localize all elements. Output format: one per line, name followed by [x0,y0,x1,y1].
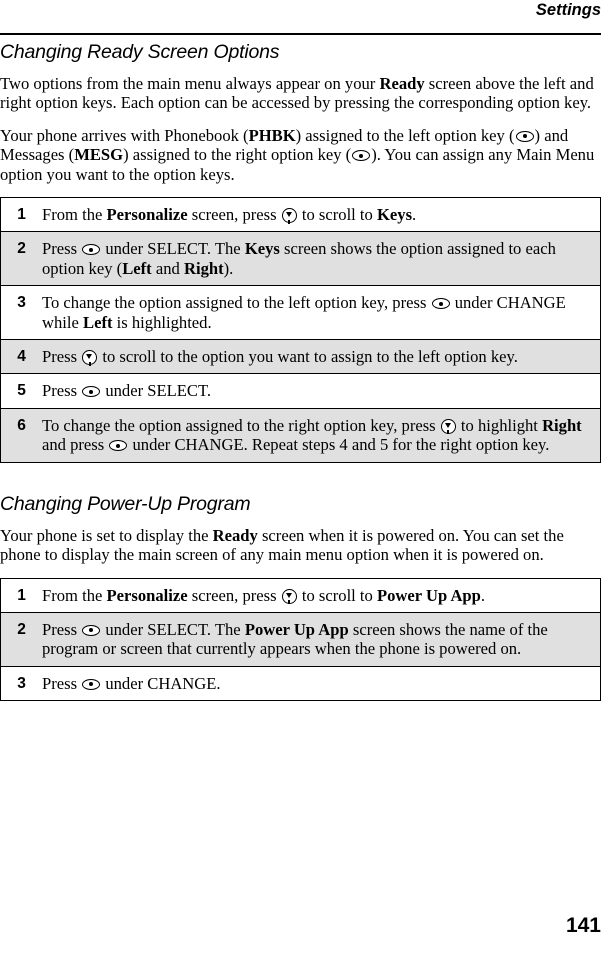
body-paragraph: Two options from the main menu always ap… [0,74,594,113]
emphasis-text: PHBK [248,125,296,145]
step-instruction: Press to scroll to the option you want t… [42,339,601,374]
step-number: 2 [0,231,42,286]
document-body: Changing Ready Screen Options Two options… [0,41,601,702]
header-rule [0,33,601,35]
emphasis-text: Ready [379,74,425,93]
step-number: 3 [0,665,42,701]
option-key-icon [515,130,534,142]
table-row: 1 From the Personalize screen, press to s… [0,197,601,232]
section-heading: Changing Ready Screen Options [0,41,280,63]
option-key-icon [82,624,101,636]
option-key-icon [352,150,371,162]
option-key-icon [82,386,101,398]
step-number: 1 [17,206,26,224]
procedure-step-table: 1 From the Personalize screen, press to s… [0,577,601,702]
table-row: 3 To change the option assigned to the le… [0,285,601,340]
step-number: 1 [17,586,26,604]
scroll-key-icon [281,208,297,224]
step-instruction: Press under SELECT. The Keys screen show… [42,231,601,286]
step-instruction: Press under SELECT. The Power Up App scr… [42,611,601,667]
step-number: 3 [0,285,42,340]
option-key-icon [82,678,101,690]
table-row: 3 Press under CHANGE. [0,665,601,701]
procedure-step-table: 1 From the Personalize screen, press to s… [0,197,601,463]
body-paragraph: Your phone arrives with Phonebook (PHBK)… [0,125,595,184]
table-row: 5 Press under SELECT. [0,373,601,409]
table-row: 6 To change the option assigned to the ri… [0,407,601,463]
scroll-key-icon [440,418,456,435]
body-paragraph: Your phone is set to display the Ready s… [0,525,564,565]
option-key-icon [109,440,128,452]
step-number: 2 [0,611,42,667]
scroll-key-icon [82,350,98,366]
document-page: Settings Changing Ready Screen Options Tw… [0,0,615,963]
step-instruction: From the Personalize screen, press to sc… [42,205,417,225]
emphasis-text: Power Up App [244,619,349,639]
option-key-icon [82,244,101,256]
emphasis-text: Right [183,258,224,278]
emphasis-text: Keys [377,205,413,225]
step-instruction: Press under SELECT. [42,373,601,409]
step-instruction: To change the option assigned to the lef… [42,285,601,340]
table-row: 4 Press to scroll to the option you want … [0,339,601,374]
table-row: 2 Press under SELECT. The Keys screen sho… [0,231,601,286]
emphasis-text: Left [83,312,113,332]
emphasis-text: Personalize [106,205,188,225]
step-instruction: From the Personalize screen, press to sc… [42,585,486,605]
step-instruction: Press under CHANGE. [42,665,601,701]
emphasis-text: Left [122,258,152,278]
option-key-icon [431,298,450,310]
emphasis-text: Ready [212,525,258,545]
emphasis-text: MESG [74,145,124,165]
page-number: 141 [565,914,601,937]
section-heading: Changing Power-Up Program [0,492,251,515]
running-header: Settings [535,1,601,19]
table-row: 1 From the Personalize screen, press to s… [0,578,601,613]
scroll-key-icon [281,588,297,604]
emphasis-text: Keys [244,239,280,259]
step-number: 6 [0,407,42,463]
emphasis-text: Personalize [106,585,188,605]
table-row: 2 Press under SELECT. The Power Up App sc… [0,611,601,667]
step-number: 4 [0,339,42,374]
step-number: 5 [0,373,42,409]
emphasis-text: Power Up App [377,585,481,605]
step-instruction: To change the option assigned to the rig… [42,407,601,463]
emphasis-text: Right [542,415,582,435]
